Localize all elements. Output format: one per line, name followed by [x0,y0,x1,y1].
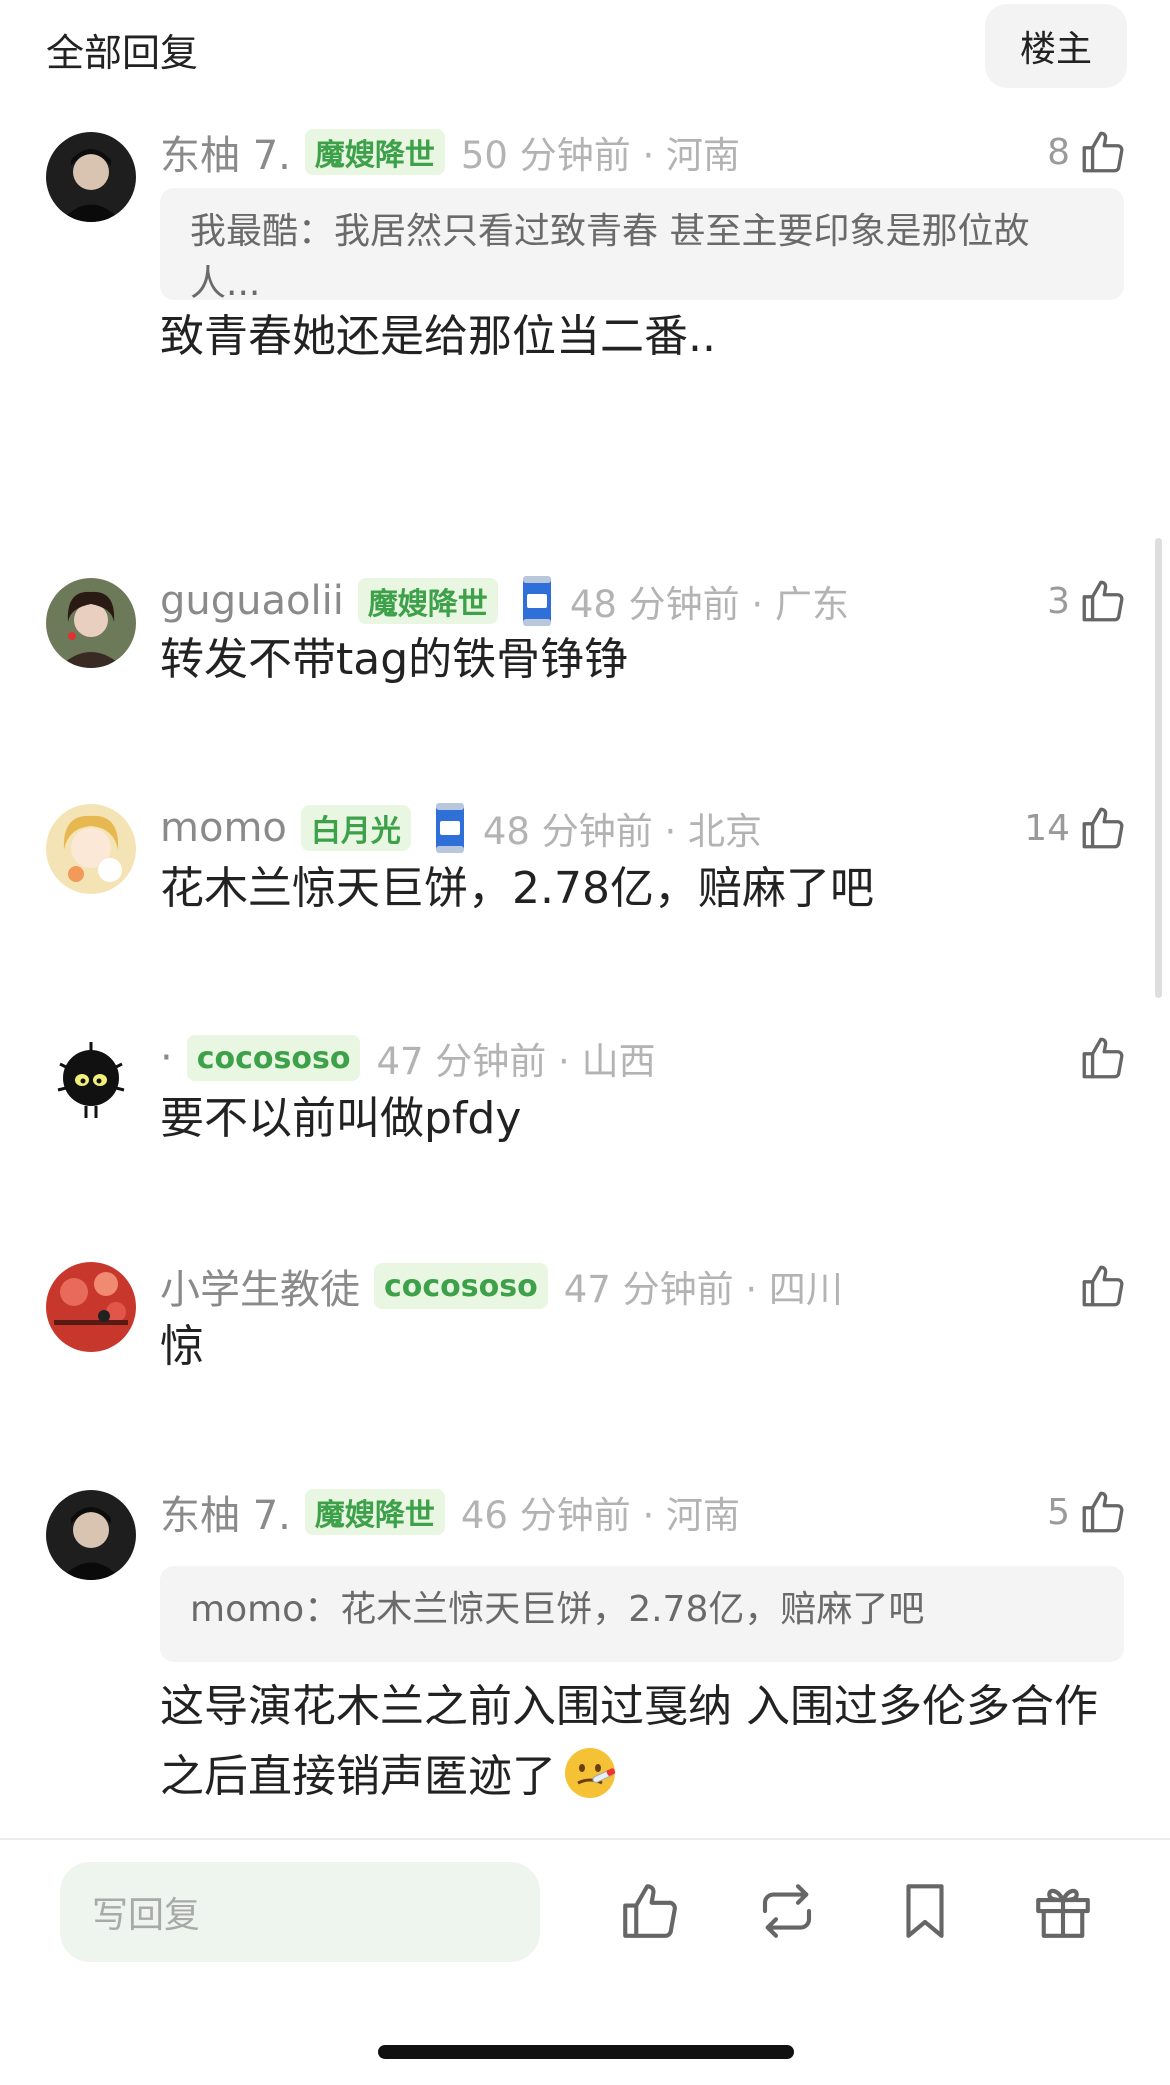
repost-icon[interactable] [754,1878,820,1944]
bottom-divider [0,1838,1170,1840]
fan-badge: cocososo [186,1035,361,1081]
thumbs-up-icon [1082,580,1124,622]
comment-meta: guguaolii 魔嫂降世 48 分钟前 · 广东 [160,573,849,629]
username[interactable]: 小学生教徒 [160,1257,360,1315]
avatar[interactable] [46,578,136,668]
comment-meta: 东柚 7. 魔嫂降世 46 分钟前 · 河南 [160,1484,740,1540]
thumbs-up-icon [1082,807,1124,849]
scrollbar[interactable] [1155,538,1162,998]
username[interactable]: 东柚 7. [160,123,291,181]
timestamp-location: 48 分钟前 · 北京 [482,810,763,853]
avatar[interactable] [46,132,136,222]
avatar[interactable] [46,1034,136,1124]
blue-can-icon [522,576,551,626]
thumbs-up-icon [1082,1037,1124,1079]
timestamp-location: 48 分钟前 · 广东 [569,583,849,626]
comment-text: 转发不带tag的铁骨铮铮 [160,634,629,685]
like-count: 14 [1024,807,1070,849]
reply-input[interactable]: 写回复 [60,1862,540,1962]
home-indicator[interactable] [378,2045,794,2059]
thumbs-up-icon [1082,1265,1124,1307]
thumbs-up-icon [1082,1491,1124,1533]
fan-badge: 魔嫂降世 [304,129,445,175]
comment-text: 惊 [160,1321,204,1372]
like-count: 3 [1047,580,1070,622]
like-button[interactable]: 8 [1047,124,1128,180]
username[interactable]: 东柚 7. [160,1483,291,1541]
quoted-reply[interactable]: 我最酷：我居然只看过致青春 甚至主要印象是那位故人... [160,188,1124,304]
like-count: 5 [1047,1491,1070,1533]
comment-meta: 东柚 7. 魔嫂降世 50 分钟前 · 河南 [160,124,740,180]
page-title: 全部回复 [46,31,199,75]
fan-badge: 魔嫂降世 [304,1489,445,1535]
fan-badge: 白月光 [300,805,411,851]
like-button[interactable]: 3 [1047,573,1128,629]
like-button[interactable]: 5 [1047,1484,1128,1540]
reply-header: 全部回复 楼主 [0,0,1170,100]
thumbs-up-icon [1082,131,1124,173]
like-count: 8 [1047,131,1070,173]
username[interactable]: momo [160,805,287,851]
blue-can-icon [435,803,464,853]
avatar[interactable] [46,1490,136,1580]
like-button[interactable] [1070,1258,1128,1314]
comment-text: 花木兰惊天巨饼，2.78亿，赔麻了吧 [160,863,874,914]
op-only-button[interactable]: 楼主 [985,4,1127,88]
comment-meta: · cocososo 47 分钟前 · 山西 [160,1030,656,1086]
username[interactable]: · [160,1035,173,1081]
comment-text: 要不以前叫做pfdy [160,1093,522,1144]
avatar[interactable] [46,804,136,894]
username[interactable]: guguaolii [160,578,344,624]
comment-text: 致青春她还是给那位当二番.. [160,311,716,362]
comment-body: 这导演花木兰之前入围过戛纳 入围过多伦多合作之后直接销声匿迹了 [160,1672,1130,1812]
like-button[interactable]: 14 [1024,800,1128,856]
comment-meta: 小学生教徒 cocososo 47 分钟前 · 四川 [160,1258,843,1314]
sick-face-emoji [565,1748,616,1798]
like-button[interactable] [1070,1030,1128,1086]
timestamp-location: 50 分钟前 · 河南 [460,134,741,177]
thumbs-up-icon[interactable] [617,1878,683,1944]
gift-icon[interactable] [1030,1878,1096,1944]
timestamp-location: 47 分钟前 · 四川 [563,1268,843,1311]
comment-meta: momo 白月光 48 分钟前 · 北京 [160,800,762,856]
fan-badge: 魔嫂降世 [357,578,498,624]
avatar[interactable] [46,1262,136,1352]
timestamp-location: 47 分钟前 · 山西 [376,1040,656,1083]
bookmark-icon[interactable] [892,1878,958,1944]
comment-text: 这导演花木兰之前入围过戛纳 入围过多伦多合作之后直接销声匿迹了 [160,1681,1098,1802]
timestamp-location: 46 分钟前 · 河南 [460,1494,741,1537]
fan-badge: cocososo [374,1263,548,1309]
quoted-reply[interactable]: momo：花木兰惊天巨饼，2.78亿，赔麻了吧 [160,1566,1124,1662]
